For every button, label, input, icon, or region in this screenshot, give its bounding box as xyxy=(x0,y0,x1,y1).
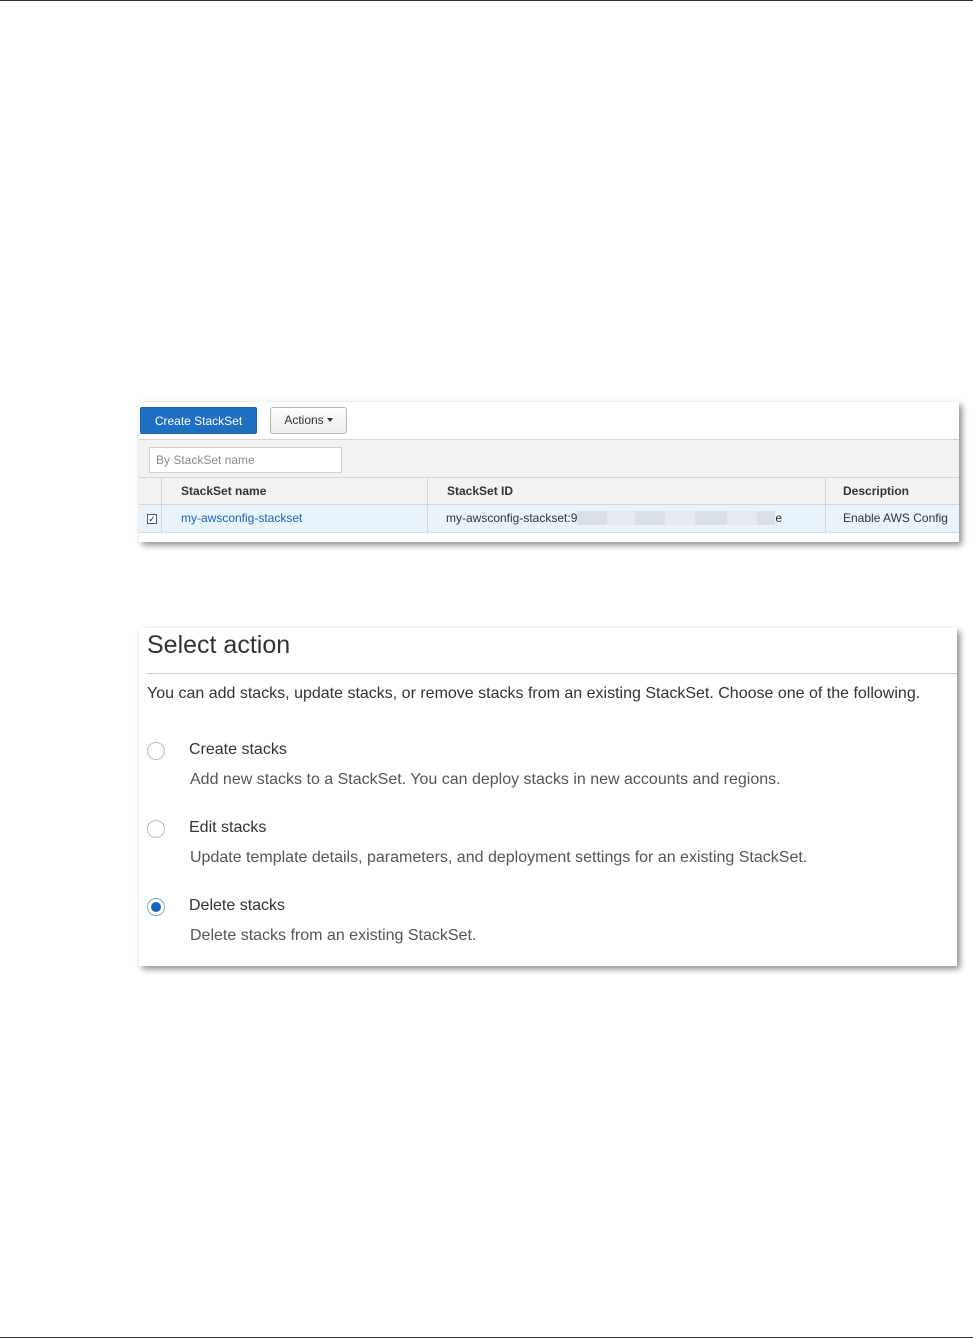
stackset-toolbar: Create StackSet Actions xyxy=(139,402,959,439)
redacted-block xyxy=(577,511,608,525)
column-header-stackset-name[interactable]: StackSet name xyxy=(181,478,266,504)
stackset-id-suffix: e xyxy=(775,511,783,525)
table-header: StackSet name StackSet ID Description xyxy=(139,477,959,505)
delete-stacks-radio[interactable] xyxy=(147,898,165,916)
option-label[interactable]: Create stacks xyxy=(189,740,287,760)
filter-bar xyxy=(139,439,959,477)
row-select-checkbox[interactable]: ✓ xyxy=(147,514,157,524)
section-intro: You can add stacks, update stacks, or re… xyxy=(147,685,921,702)
option-label[interactable]: Delete stacks xyxy=(189,896,285,916)
stackset-id-cell: my-awsconfig-stackset:9 e xyxy=(446,505,782,532)
caret-down-icon xyxy=(326,418,333,422)
option-description: Add new stacks to a StackSet. You can de… xyxy=(190,771,781,788)
actions-button-label: Actions xyxy=(284,413,324,427)
column-divider xyxy=(161,505,162,532)
column-header-stackset-id[interactable]: StackSet ID xyxy=(447,478,513,504)
column-header-description[interactable]: Description xyxy=(843,478,909,504)
page-top-rule xyxy=(0,0,973,1)
page-bottom-rule xyxy=(0,1337,973,1338)
edit-stacks-radio[interactable] xyxy=(147,820,165,838)
column-divider xyxy=(427,478,428,504)
option-delete-stacks[interactable]: Delete stacks Delete stacks from an exis… xyxy=(147,895,947,947)
option-create-stacks[interactable]: Create stacks Add new stacks to a StackS… xyxy=(147,739,947,791)
actions-dropdown-button[interactable]: Actions xyxy=(270,407,347,434)
create-stacks-radio[interactable] xyxy=(147,742,165,760)
redacted-block xyxy=(757,511,776,525)
option-description: Update template details, parameters, and… xyxy=(190,849,808,866)
section-title: Select action xyxy=(147,631,291,659)
divider xyxy=(147,673,957,674)
column-divider xyxy=(161,478,162,504)
select-action-panel: Select action You can add stacks, update… xyxy=(139,628,957,966)
stackset-id-prefix: my-awsconfig-stackset:9 xyxy=(446,511,578,525)
redacted-block xyxy=(665,511,696,525)
option-description: Delete stacks from an existing StackSet. xyxy=(190,927,477,944)
create-stackset-button[interactable]: Create StackSet xyxy=(140,407,257,434)
redacted-block xyxy=(635,511,666,525)
stackset-list-panel: Create StackSet Actions StackSet name St… xyxy=(139,402,959,542)
column-divider xyxy=(825,478,826,504)
option-edit-stacks[interactable]: Edit stacks Update template details, par… xyxy=(147,817,947,869)
column-divider xyxy=(825,505,826,532)
stackset-name-link[interactable]: my-awsconfig-stackset xyxy=(181,505,302,532)
stackset-name-filter-input[interactable] xyxy=(149,447,342,473)
description-cell: Enable AWS Config xyxy=(843,511,948,525)
table-row[interactable]: ✓ my-awsconfig-stackset my-awsconfig-sta… xyxy=(139,505,959,533)
option-label[interactable]: Edit stacks xyxy=(189,818,266,838)
redacted-block xyxy=(727,511,758,525)
redacted-block xyxy=(607,511,636,525)
column-divider xyxy=(427,505,428,532)
redacted-block xyxy=(695,511,728,525)
